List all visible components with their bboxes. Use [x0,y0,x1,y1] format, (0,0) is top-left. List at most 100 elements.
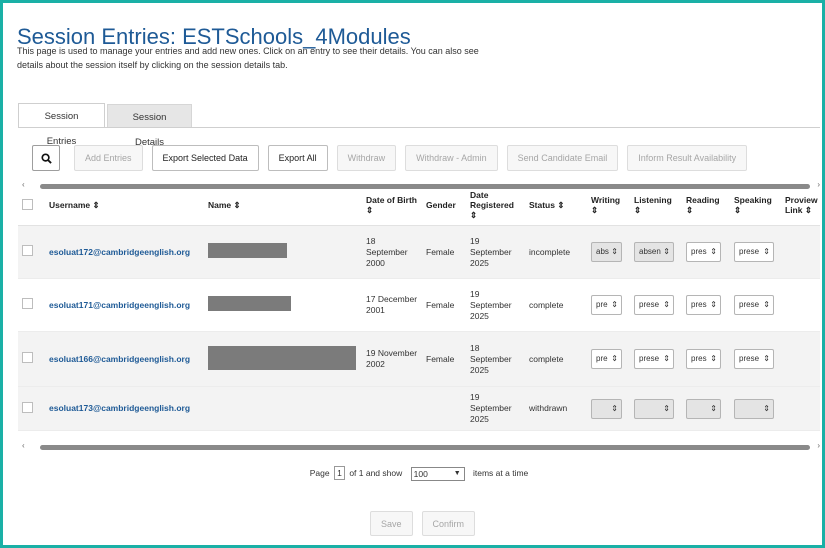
speaking-select[interactable]: prese ⇕ [734,242,774,262]
send-candidate-email-button[interactable]: Send Candidate Email [506,145,619,171]
row-checkbox[interactable] [22,298,33,309]
inform-result-availability-button[interactable]: Inform Result Availability [627,145,748,171]
column-header-name[interactable]: Name ⇕ [204,185,362,226]
listening-select[interactable]: ⇕ [634,398,674,419]
date-registered-cell: 19 September 2025 [466,386,525,431]
horizontal-scrollbar-bottom[interactable]: ‹ › [18,441,820,451]
date-registered-cell: 19 September 2025 [466,225,525,279]
select-arrows-icon: ⇕ [762,350,770,368]
writing-select[interactable]: pre ⇕ [591,295,622,315]
dob-cell: 18 September 2000 [362,225,422,279]
username-link[interactable]: esoluat172@cambridgeenglish.org [49,247,190,257]
dob-cell: 17 December 2001 [362,278,422,332]
pagination-of-text: of 1 and show [349,468,403,478]
select-arrows-icon: ⇕ [662,296,670,314]
select-arrows-icon: ⇕ [709,243,717,261]
speaking-value: prese [739,247,760,256]
pagination-prefix: Page [309,468,330,478]
username-link[interactable]: esoluat171@cambridgeenglish.org [49,300,190,310]
redacted-name [208,243,287,258]
scrollbar-thumb[interactable] [40,445,810,450]
status-cell: incomplete [525,225,587,279]
writing-select[interactable]: pre ⇕ [591,349,622,369]
proview-link-cell [781,386,820,431]
column-header-speaking[interactable]: Speaking ⇕ [730,185,781,226]
session-entries-panel: Add Entries Export Selected Data Export … [18,127,820,546]
select-arrows-icon: ⇕ [709,296,717,314]
listening-select[interactable]: prese ⇕ [634,349,674,369]
select-all-checkbox[interactable] [22,198,33,210]
page-size-value: 100 [413,468,428,479]
search-button[interactable] [32,145,60,171]
tab-session-details[interactable]: Session Details [107,104,192,148]
listening-select[interactable]: prese ⇕ [634,295,674,315]
scroll-left-icon[interactable]: ‹ [22,441,25,450]
gender-cell [422,386,466,431]
date-registered-cell: 19 September 2025 [466,278,525,332]
search-icon [40,152,52,164]
select-arrows-icon: ⇕ [662,243,670,261]
writing-select[interactable]: ⇕ [591,398,622,419]
page-size-select[interactable]: 100 ▼ [410,466,465,481]
status-cell: withdrawn [525,386,587,431]
select-arrows-icon: ⇕ [610,296,618,314]
select-arrows-icon: ⇕ [709,399,717,418]
table-row[interactable]: esoluat173@cambridgeenglish.org 19 Septe… [18,386,820,431]
select-arrows-icon: ⇕ [762,399,770,418]
reading-select[interactable]: pres ⇕ [686,242,721,262]
column-header-date-registered[interactable]: Date Registered ⇕ [466,185,525,226]
tab-session-entries[interactable]: Session Entries [18,103,105,147]
row-checkbox[interactable] [22,352,33,363]
column-header-writing[interactable]: Writing ⇕ [587,185,630,226]
reading-value: pres [691,354,707,363]
speaking-select[interactable]: ⇕ [734,398,774,419]
scroll-right-icon[interactable]: › [817,441,820,450]
reading-select[interactable]: pres ⇕ [686,349,721,369]
gender-cell: Female [422,278,466,332]
column-header-username[interactable]: Username ⇕ [45,185,204,226]
toolbar: Add Entries Export Selected Data Export … [32,145,756,171]
table-row[interactable]: esoluat172@cambridgeenglish.org 18 Septe… [18,225,820,279]
withdraw-button[interactable]: Withdraw [336,145,397,171]
reading-select[interactable]: pres ⇕ [686,295,721,315]
speaking-select[interactable]: prese ⇕ [734,349,774,369]
speaking-select[interactable]: prese ⇕ [734,295,774,315]
save-button[interactable]: Save [370,511,413,536]
column-header-status[interactable]: Status ⇕ [525,185,587,226]
export-all-button[interactable]: Export All [267,145,328,171]
column-header-proview-link[interactable]: Proview Link ⇕ [781,185,820,226]
table-header-row: Username ⇕ Name ⇕ Date of Birth ⇕ Gender… [18,185,820,226]
add-entries-button[interactable]: Add Entries [74,145,143,171]
withdraw-admin-button[interactable]: Withdraw - Admin [405,145,498,171]
export-selected-data-button[interactable]: Export Selected Data [151,145,259,171]
row-checkbox[interactable] [22,245,33,256]
column-header-reading[interactable]: Reading ⇕ [682,185,730,226]
chevron-down-icon: ▼ [453,469,461,477]
gender-cell: Female [422,331,466,387]
writing-select[interactable]: abs ⇕ [591,242,622,262]
listening-select[interactable]: absen ⇕ [634,242,674,262]
proview-link-cell [781,225,820,279]
writing-value: pre [596,354,608,363]
confirm-button[interactable]: Confirm [421,511,476,536]
select-arrows-icon: ⇕ [662,399,670,418]
table-row[interactable]: esoluat166@cambridgeenglish.org 19 Novem… [18,331,820,387]
entries-table: Username ⇕ Name ⇕ Date of Birth ⇕ Gender… [18,185,820,431]
writing-value: abs [596,247,609,256]
speaking-value: prese [739,354,760,363]
page-number-input[interactable]: 1 [333,466,345,480]
username-link[interactable]: esoluat166@cambridgeenglish.org [49,354,190,364]
column-header-dob[interactable]: Date of Birth ⇕ [362,185,422,226]
username-link[interactable]: esoluat173@cambridgeenglish.org [49,403,190,413]
column-header-listening[interactable]: Listening ⇕ [630,185,682,226]
redacted-name [208,345,356,370]
form-actions: Save Confirm [370,511,484,536]
proview-link-cell [781,331,820,387]
row-checkbox[interactable] [22,401,33,413]
reading-select[interactable]: ⇕ [686,398,721,419]
name-cell [204,386,362,431]
table-row[interactable]: esoluat171@cambridgeenglish.org 17 Decem… [18,278,820,332]
listening-value: prese [639,300,660,309]
select-arrows-icon: ⇕ [662,350,670,368]
speaking-value: prese [739,300,760,309]
